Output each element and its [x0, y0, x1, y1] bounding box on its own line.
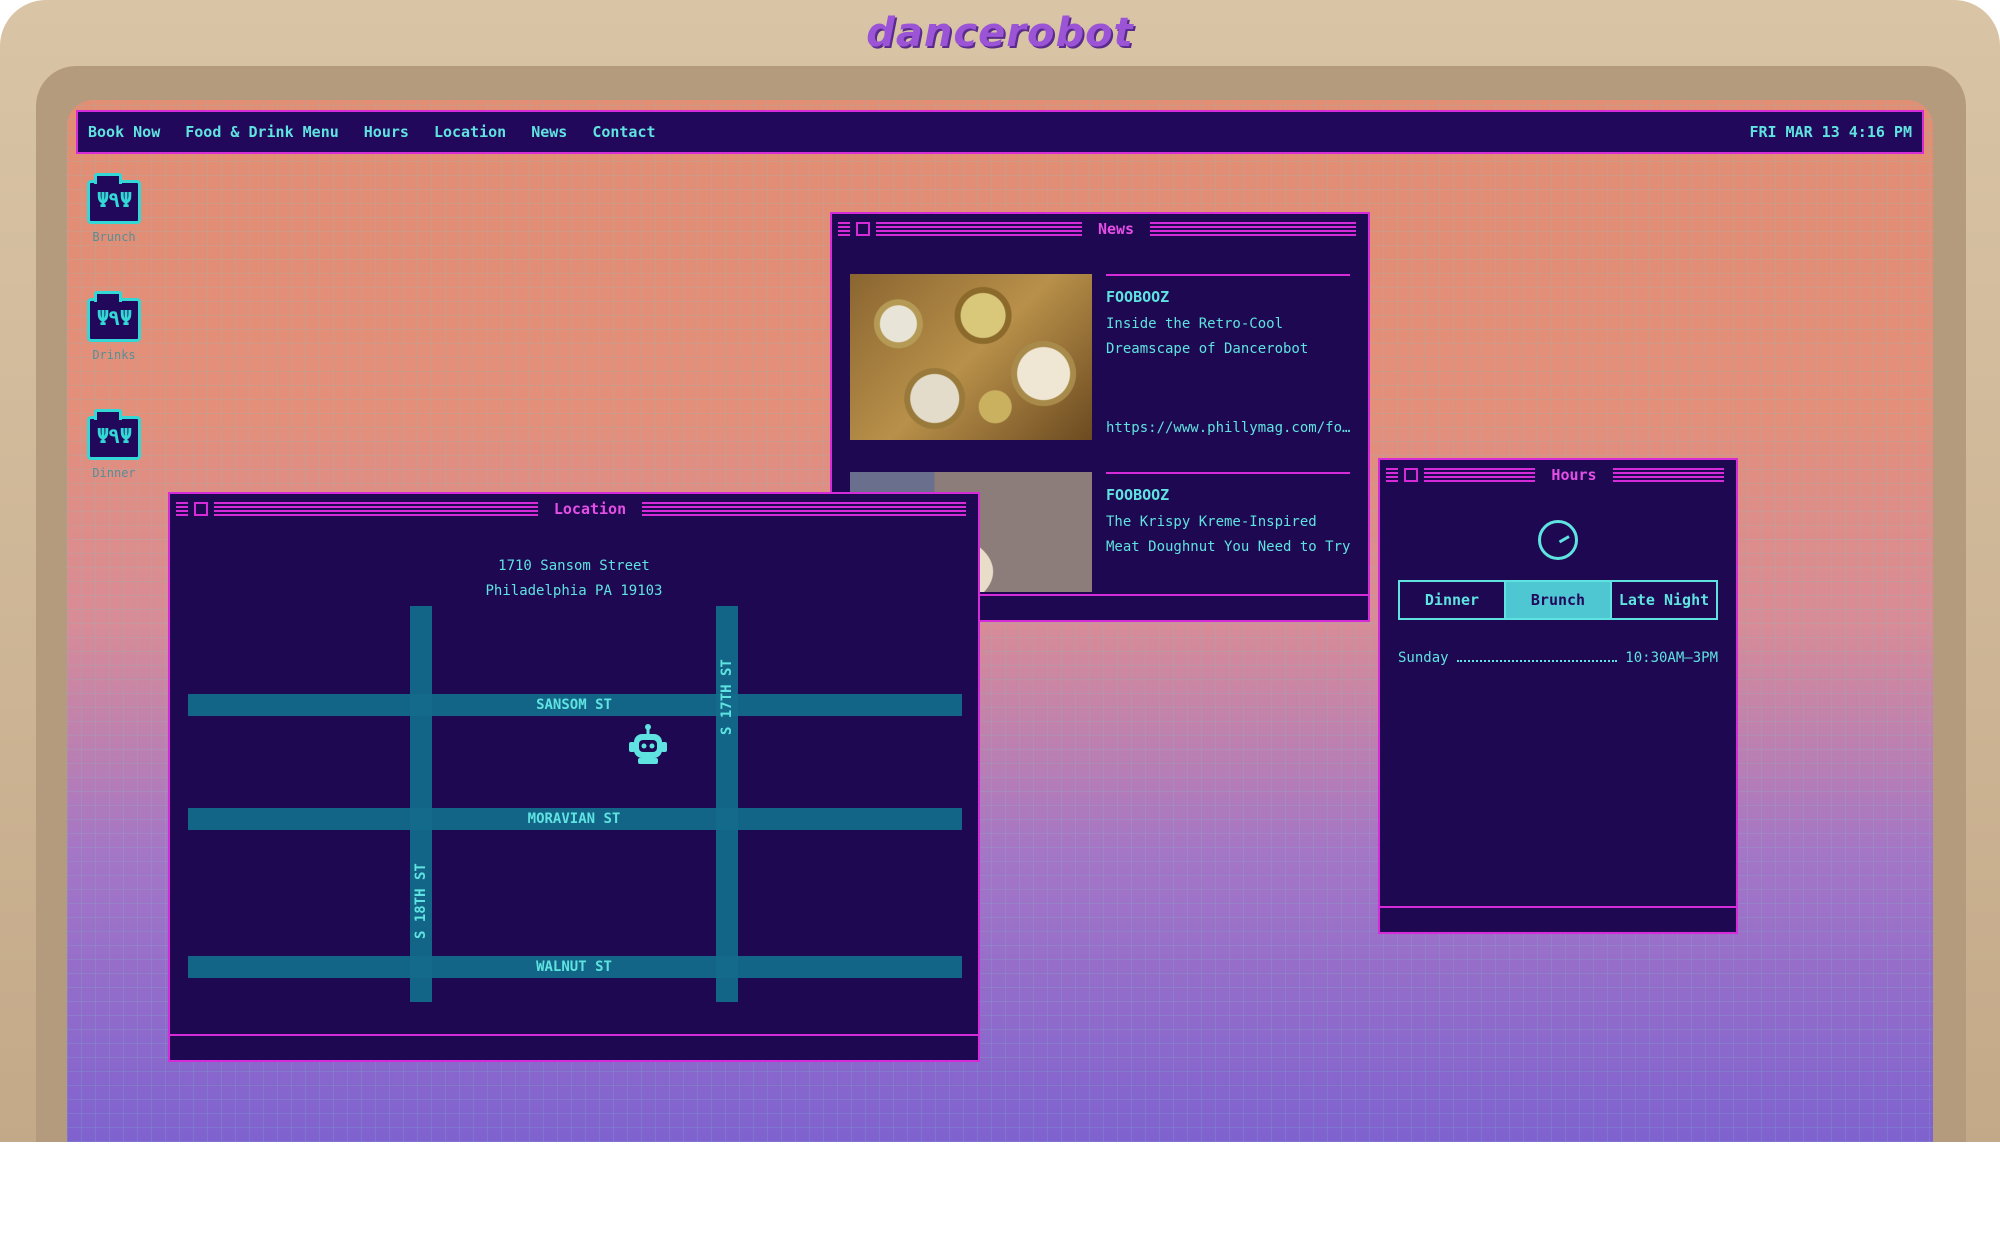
- news-headline: The Krispy Kreme-Inspired Meat Doughnut …: [1106, 514, 1350, 555]
- hours-day: Sunday: [1398, 650, 1449, 666]
- menu-hours[interactable]: Hours: [364, 123, 409, 141]
- tab-dinner[interactable]: Dinner: [1400, 582, 1504, 618]
- desktop-icon-label: Brunch: [92, 230, 136, 244]
- news-link[interactable]: https://www.phillymag.com/foobooz/: [1106, 420, 1352, 436]
- desktop-icon-label: Dinner: [92, 466, 136, 480]
- brand-logo: dancerobot: [866, 10, 1134, 56]
- desktop-icon-label: Drinks: [92, 348, 136, 362]
- location-titlebar[interactable]: Location: [170, 494, 978, 524]
- close-box-icon[interactable]: [856, 222, 870, 236]
- utensils-folder-icon: Ψ٩Ψ: [87, 409, 141, 460]
- location-window: Location 1710 Sansom Street Philadelphia…: [168, 492, 980, 1062]
- hours-window: Hours Dinner Brunch Late Night Sunday 10…: [1378, 458, 1738, 934]
- street-label-s18th: S 18TH ST: [413, 863, 429, 939]
- menubar-clock: FRI MAR 13 4:16 PM: [1749, 123, 1912, 141]
- news-source: FOOBOOZ: [1106, 486, 1170, 504]
- desktop-icon-brunch[interactable]: Ψ٩Ψ Brunch: [84, 173, 144, 244]
- desktop-icon-dinner[interactable]: Ψ٩Ψ Dinner: [84, 409, 144, 480]
- menu-book-now[interactable]: Book Now: [88, 123, 160, 141]
- street-label-sansom: SANSOM ST: [536, 697, 612, 713]
- address-line-1: 1710 Sansom Street: [498, 558, 650, 574]
- clock-icon: [1538, 520, 1578, 560]
- news-source: FOOBOOZ: [1106, 288, 1170, 306]
- utensils-folder-icon: Ψ٩Ψ: [87, 173, 141, 224]
- menu-bar: Book Now Food & Drink Menu Hours Locatio…: [76, 110, 1924, 154]
- desktop-icon-drinks[interactable]: Ψ٩Ψ Drinks: [84, 291, 144, 362]
- hours-window-title: Hours: [1551, 466, 1597, 484]
- menu-news[interactable]: News: [531, 123, 567, 141]
- menu-food-drink[interactable]: Food & Drink Menu: [185, 123, 339, 141]
- news-window-title: News: [1097, 220, 1135, 238]
- hours-titlebar[interactable]: Hours: [1380, 460, 1736, 490]
- hours-tabs: Dinner Brunch Late Night: [1398, 580, 1718, 620]
- street-label-moravian: MORAVIAN ST: [527, 811, 621, 827]
- news-titlebar[interactable]: News: [832, 214, 1368, 244]
- news-headline: Inside the Retro-Cool Dreamscape of Danc…: [1106, 316, 1309, 357]
- robot-marker-icon: [629, 724, 667, 764]
- tab-brunch[interactable]: Brunch: [1504, 582, 1610, 618]
- news-item: FOOBOOZ Inside the Retro-Cool Dreamscape…: [850, 274, 1352, 442]
- hours-time: 10:30AM—3PM: [1625, 650, 1718, 666]
- menu-contact[interactable]: Contact: [592, 123, 655, 141]
- close-box-icon[interactable]: [1404, 468, 1418, 482]
- window-grip-icon: [176, 502, 188, 516]
- street-label-s17th: S 17TH ST: [719, 659, 735, 735]
- tab-late-night[interactable]: Late Night: [1610, 582, 1716, 618]
- food-photo: [850, 274, 1092, 440]
- utensils-folder-icon: Ψ٩Ψ: [87, 291, 141, 342]
- address-line-2: Philadelphia PA 19103: [485, 583, 663, 599]
- hours-row: Sunday 10:30AM—3PM: [1398, 650, 1718, 666]
- street-s18th: [410, 606, 432, 1002]
- close-box-icon[interactable]: [194, 502, 208, 516]
- menu-location[interactable]: Location: [434, 123, 506, 141]
- window-grip-icon: [1386, 468, 1398, 482]
- window-grip-icon: [838, 222, 850, 236]
- street-label-walnut: WALNUT ST: [536, 959, 612, 975]
- location-window-title: Location: [553, 500, 627, 518]
